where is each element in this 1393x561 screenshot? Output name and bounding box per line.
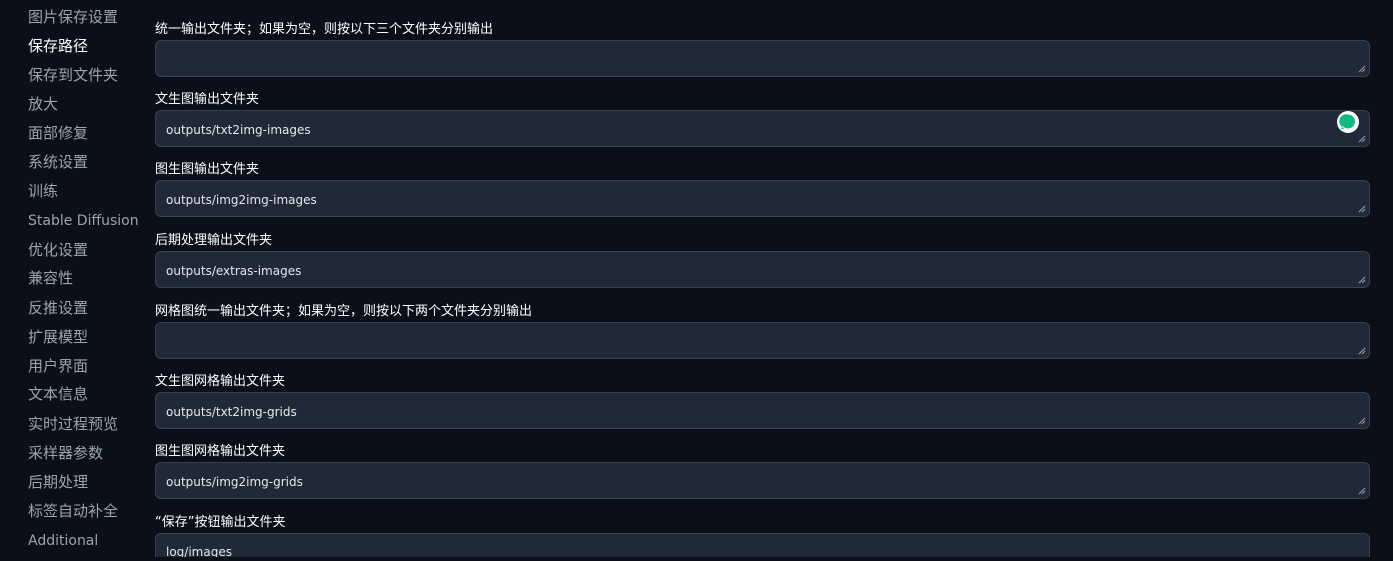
settings-page: 图片保存设置 保存路径 保存到文件夹 放大 面部修复 系统设置 训练 Stabl… — [0, 0, 1393, 557]
resize-grip-icon[interactable] — [1358, 487, 1366, 495]
field-label-extras-output: 后期处理输出文件夹 — [155, 233, 273, 248]
extras-output-field[interactable]: outputs/extras-images — [155, 251, 1370, 288]
txt2img-grids-field[interactable]: outputs/txt2img-grids — [155, 392, 1370, 429]
field-label-img2img-grids: 图生图网格输出文件夹 — [155, 444, 286, 459]
save-button-output-field[interactable]: log/images — [155, 533, 1370, 557]
sidebar-item-tag-autocomplete[interactable]: 标签自动补全 — [28, 502, 118, 520]
grid-unified-output-input[interactable] — [156, 323, 1369, 358]
sidebar-item-training[interactable]: 训练 — [28, 182, 58, 200]
field-label-unified-output: 统一输出文件夹；如果为空，则按以下三个文件夹分别输出 — [155, 22, 494, 37]
save-button-output-input[interactable]: log/images — [156, 534, 1369, 557]
txt2img-output-field[interactable]: outputs/txt2img-images — [155, 110, 1370, 147]
resize-grip-icon[interactable] — [1358, 347, 1366, 355]
img2img-output-input[interactable]: outputs/img2img-images — [156, 181, 1369, 216]
field-label-txt2img-output: 文生图输出文件夹 — [155, 92, 260, 107]
field-label-grid-unified-output: 网格图统一输出文件夹；如果为空，则按以下两个文件夹分别输出 — [155, 304, 533, 319]
sidebar-item-upscale[interactable]: 放大 — [28, 95, 58, 113]
field-label-save-button-output: “保存”按钮输出文件夹 — [155, 515, 286, 530]
sidebar-item-optimization[interactable]: 优化设置 — [28, 241, 88, 259]
sidebar-item-user-interface[interactable]: 用户界面 — [28, 357, 88, 375]
resize-grip-icon[interactable] — [1358, 65, 1366, 73]
extras-output-input[interactable]: outputs/extras-images — [156, 252, 1369, 287]
sidebar-item-system-settings[interactable]: 系统设置 — [28, 153, 88, 171]
sidebar-item-image-save-settings[interactable]: 图片保存设置 — [28, 8, 118, 26]
sidebar-item-live-preview[interactable]: 实时过程预览 — [28, 415, 118, 433]
resize-grip-icon[interactable] — [1358, 276, 1366, 284]
sidebar-item-infotext[interactable]: 文本信息 — [28, 385, 88, 403]
unified-output-field[interactable] — [155, 40, 1370, 77]
sidebar-item-additional[interactable]: Additional — [28, 532, 98, 550]
img2img-output-field[interactable]: outputs/img2img-images — [155, 180, 1370, 217]
txt2img-output-input[interactable]: outputs/txt2img-images — [156, 111, 1369, 146]
sidebar-item-compatibility[interactable]: 兼容性 — [28, 269, 73, 287]
img2img-grids-input[interactable]: outputs/img2img-grids — [156, 463, 1369, 498]
resize-grip-icon[interactable] — [1358, 205, 1366, 213]
save-paths-panel: 统一输出文件夹；如果为空，则按以下三个文件夹分别输出 文生图输出文件夹 outp… — [155, 0, 1372, 557]
resize-grip-icon[interactable] — [1358, 135, 1366, 143]
settings-sidebar: 图片保存设置 保存路径 保存到文件夹 放大 面部修复 系统设置 训练 Stabl… — [0, 0, 150, 557]
field-label-img2img-output: 图生图输出文件夹 — [155, 162, 260, 177]
sidebar-item-extra-networks[interactable]: 扩展模型 — [28, 328, 88, 346]
img2img-grids-field[interactable]: outputs/img2img-grids — [155, 462, 1370, 499]
grid-unified-output-field[interactable] — [155, 322, 1370, 359]
sidebar-item-face-restore[interactable]: 面部修复 — [28, 124, 88, 142]
sidebar-item-stable-diffusion[interactable]: Stable Diffusion — [28, 212, 139, 230]
sidebar-item-save-to-folder[interactable]: 保存到文件夹 — [28, 66, 118, 84]
sidebar-item-save-paths[interactable]: 保存路径 — [28, 37, 88, 55]
txt2img-grids-input[interactable]: outputs/txt2img-grids — [156, 393, 1369, 428]
resize-grip-icon[interactable] — [1358, 417, 1366, 425]
field-label-txt2img-grids: 文生图网格输出文件夹 — [155, 374, 286, 389]
sidebar-item-sampler-params[interactable]: 采样器参数 — [28, 444, 103, 462]
sidebar-item-postprocessing[interactable]: 后期处理 — [28, 473, 88, 491]
unified-output-input[interactable] — [156, 41, 1369, 76]
sidebar-item-interrogate[interactable]: 反推设置 — [28, 299, 88, 317]
chat-bubble-icon[interactable] — [1336, 110, 1360, 134]
